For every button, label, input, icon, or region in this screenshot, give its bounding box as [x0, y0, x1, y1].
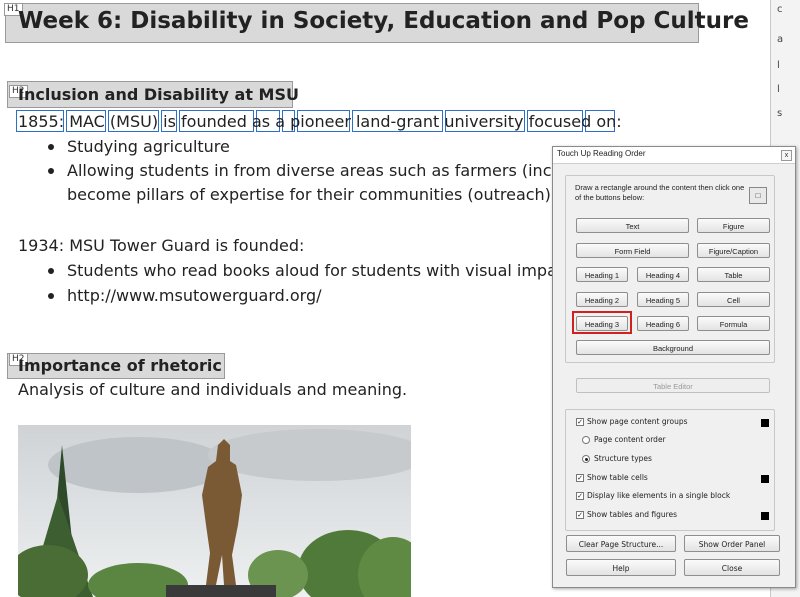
statue-photo-image [18, 425, 411, 597]
close-icon[interactable]: x [781, 150, 792, 161]
form-field-button[interactable]: Form Field [576, 243, 689, 258]
show-page-content-groups-label: Show page content groups [587, 417, 688, 426]
show-page-content-groups-checkbox[interactable]: ✓ [576, 418, 584, 426]
bullet-item-tower-guard: Students who read books aloud for studen… [67, 261, 557, 280]
heading-3-highlight [572, 311, 632, 334]
rhetoric-text: Analysis of culture and individuals and … [18, 380, 408, 399]
strip-glyph: a [777, 34, 784, 45]
text-1855: 1855: MAC (MSU) is founded as a pioneer … [18, 112, 622, 131]
strip-glyph: l [777, 84, 780, 95]
page-title: Week 6: Disability in Society, Education… [18, 8, 749, 34]
instruction-text: Draw a rectangle around the content then… [575, 183, 745, 202]
text-button[interactable]: Text [576, 218, 689, 233]
background-button[interactable]: Background [576, 340, 770, 355]
show-tables-and-figures-label: Show tables and figures [587, 510, 678, 519]
bullet-item-link[interactable]: http://www.msutowerguard.org/ [67, 286, 322, 305]
show-table-cells-checkbox[interactable]: ✓ [576, 474, 584, 482]
show-order-panel-button[interactable]: Show Order Panel [684, 535, 780, 552]
structure-types-radio[interactable] [582, 455, 590, 463]
close-button[interactable]: Close [684, 559, 780, 576]
dialog-titlebar[interactable]: Touch Up Reading Order x [553, 147, 795, 164]
clear-page-structure-button[interactable]: Clear Page Structure... [566, 535, 676, 552]
text-1934: 1934: MSU Tower Guard is founded: [18, 236, 305, 255]
strip-glyph: l [777, 60, 780, 71]
section-heading-rhetoric: Importance of rhetoric [18, 356, 222, 375]
help-button[interactable]: Help [566, 559, 676, 576]
table-cells-color-swatch[interactable] [761, 475, 769, 483]
show-tables-and-figures-checkbox[interactable]: ✓ [576, 511, 584, 519]
display-like-elements-label: Display like elements in a single block [587, 491, 731, 500]
tables-figures-color-swatch[interactable] [761, 512, 769, 520]
statue-photo [18, 425, 411, 597]
page-content-order-radio[interactable] [582, 436, 590, 444]
table-button[interactable]: Table [697, 267, 770, 282]
select-tool-icon[interactable]: □ [749, 187, 767, 204]
bullet-item-diverse: Allowing students in from diverse areas … [67, 161, 567, 180]
cell-button[interactable]: Cell [697, 292, 770, 307]
show-table-cells-label: Show table cells [587, 473, 648, 482]
structure-types-label: Structure types [594, 454, 652, 463]
figure-caption-button[interactable]: Figure/Caption [697, 243, 770, 258]
touch-up-reading-order-dialog: Touch Up Reading Order x Draw a rectangl… [552, 146, 796, 588]
heading-5-button[interactable]: Heading 5 [637, 292, 689, 307]
strip-glyph: c [777, 4, 783, 15]
strip-glyph: s [777, 108, 783, 119]
display-like-elements-checkbox[interactable]: ✓ [576, 492, 584, 500]
dialog-title: Touch Up Reading Order [557, 149, 646, 158]
bullet-dot [48, 168, 54, 174]
bullet-dot [48, 268, 54, 274]
heading-2-button[interactable]: Heading 2 [576, 292, 628, 307]
bullet-item-diverse-cont: become pillars of expertise for their co… [67, 185, 551, 204]
table-editor-button[interactable]: Table Editor [576, 378, 770, 393]
bullet-dot [48, 144, 54, 150]
content-groups-color-swatch[interactable] [761, 419, 769, 427]
section-heading-inclusion: Inclusion and Disability at MSU [18, 85, 299, 104]
formula-button[interactable]: Formula [697, 316, 770, 331]
bullet-dot [48, 293, 54, 299]
bullet-item-agriculture: Studying agriculture [67, 137, 230, 156]
heading-4-button[interactable]: Heading 4 [637, 267, 689, 282]
heading-1-button[interactable]: Heading 1 [576, 267, 628, 282]
figure-button[interactable]: Figure [697, 218, 770, 233]
heading-6-button[interactable]: Heading 6 [637, 316, 689, 331]
page-content-order-label: Page content order [594, 435, 666, 444]
